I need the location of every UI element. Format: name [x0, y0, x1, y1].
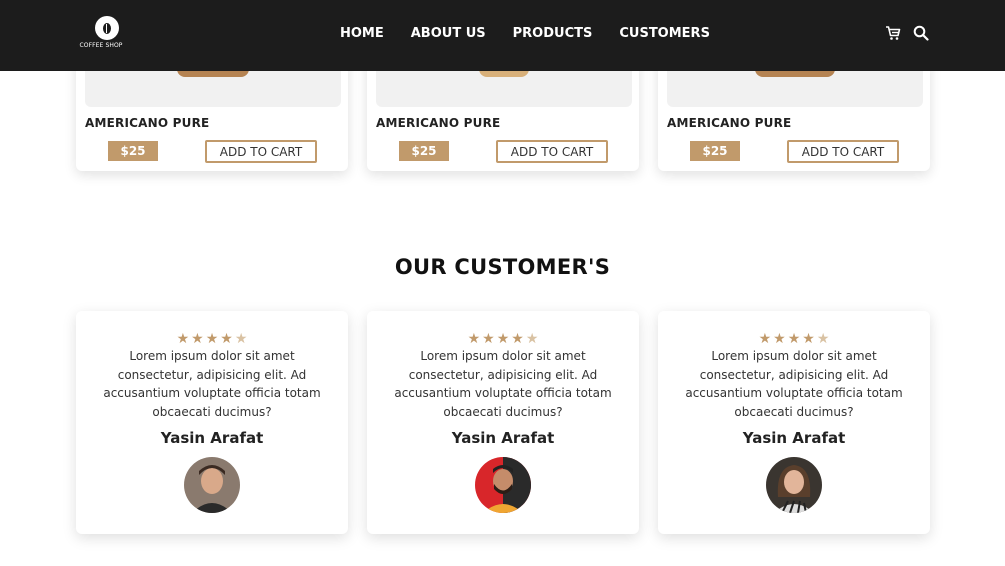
star-icon: ★	[758, 331, 772, 347]
review-text: Lorem ipsum dolor sit amet consectetur, …	[685, 349, 903, 419]
nav-home[interactable]: HOME	[340, 26, 384, 41]
page: AMERICANO PURE $25 ADD TO CART AMERICANO…	[0, 0, 1005, 566]
review-text: Lorem ipsum dolor sit amet consectetur, …	[394, 349, 612, 419]
product-name: AMERICANO PURE	[85, 116, 210, 130]
product-price: $25	[108, 141, 158, 161]
half-star-icon: ★	[234, 331, 248, 347]
product-price: $25	[399, 141, 449, 161]
reviewer-name: Yasin Arafat	[160, 429, 264, 447]
review-card: ★ ★ ★ ★ ★ Lorem ipsum dolor sit amet consect…	[658, 311, 930, 534]
star-icon: ★	[482, 331, 495, 347]
half-star-icon: ★	[525, 331, 539, 347]
star-icon: ★	[176, 331, 190, 347]
product-price: $25	[690, 141, 740, 161]
star-rating: ★ ★ ★ ★ ★	[658, 328, 930, 347]
search-icon[interactable]	[913, 25, 929, 41]
avatar	[184, 457, 240, 513]
star-icon: ★	[205, 331, 219, 347]
star-icon: ★	[773, 331, 786, 347]
star-icon: ★	[496, 331, 510, 347]
product-card: AMERICANO PURE $25 ADD TO CART	[76, 54, 348, 171]
nav-products[interactable]: PRODUCTS	[513, 26, 593, 41]
site-header: COFFEE SHOP HOME ABOUT US PRODUCTS CUSTO…	[0, 0, 1005, 71]
star-icon: ★	[787, 331, 801, 347]
add-to-cart-button[interactable]: ADD TO CART	[496, 140, 608, 163]
review-text: Lorem ipsum dolor sit amet consectetur, …	[103, 349, 321, 419]
product-name: AMERICANO PURE	[376, 116, 501, 130]
avatar	[475, 457, 531, 513]
product-name: AMERICANO PURE	[667, 116, 792, 130]
review-card: ★ ★ ★ ★ ★ Lorem ipsum dolor sit amet consect…	[76, 311, 348, 534]
main-nav: HOME ABOUT US PRODUCTS CUSTOMERS	[340, 26, 737, 41]
reviewer-name: Yasin Arafat	[451, 429, 555, 447]
logo[interactable]: COFFEE SHOP	[74, 13, 128, 53]
star-icon: ★	[220, 331, 233, 347]
avatar	[766, 457, 822, 513]
cart-icon[interactable]	[885, 25, 901, 41]
star-rating: ★ ★ ★ ★ ★	[76, 328, 348, 347]
add-to-cart-button[interactable]: ADD TO CART	[787, 140, 899, 163]
star-icon: ★	[511, 331, 524, 347]
star-rating: ★ ★ ★ ★ ★	[367, 328, 639, 347]
product-card: AMERICANO PURE $25 ADD TO CART	[658, 54, 930, 171]
logo-text: COFFEE SHOP	[79, 42, 123, 49]
star-icon: ★	[467, 331, 481, 347]
nav-customers[interactable]: CUSTOMERS	[619, 26, 710, 41]
coffee-bean-icon	[95, 16, 119, 40]
section-title: OUR CUSTOMER'S	[394, 255, 611, 279]
nav-about-us[interactable]: ABOUT US	[411, 26, 486, 41]
reviewer-name: Yasin Arafat	[742, 429, 846, 447]
add-to-cart-button[interactable]: ADD TO CART	[205, 140, 317, 163]
header-icons	[885, 25, 929, 41]
review-card: ★ ★ ★ ★ ★ Lorem ipsum dolor sit amet consect…	[367, 311, 639, 534]
half-star-icon: ★	[816, 331, 830, 347]
star-icon: ★	[802, 331, 815, 347]
product-card: AMERICANO PURE $25 ADD TO CART	[367, 54, 639, 171]
star-icon: ★	[191, 331, 204, 347]
